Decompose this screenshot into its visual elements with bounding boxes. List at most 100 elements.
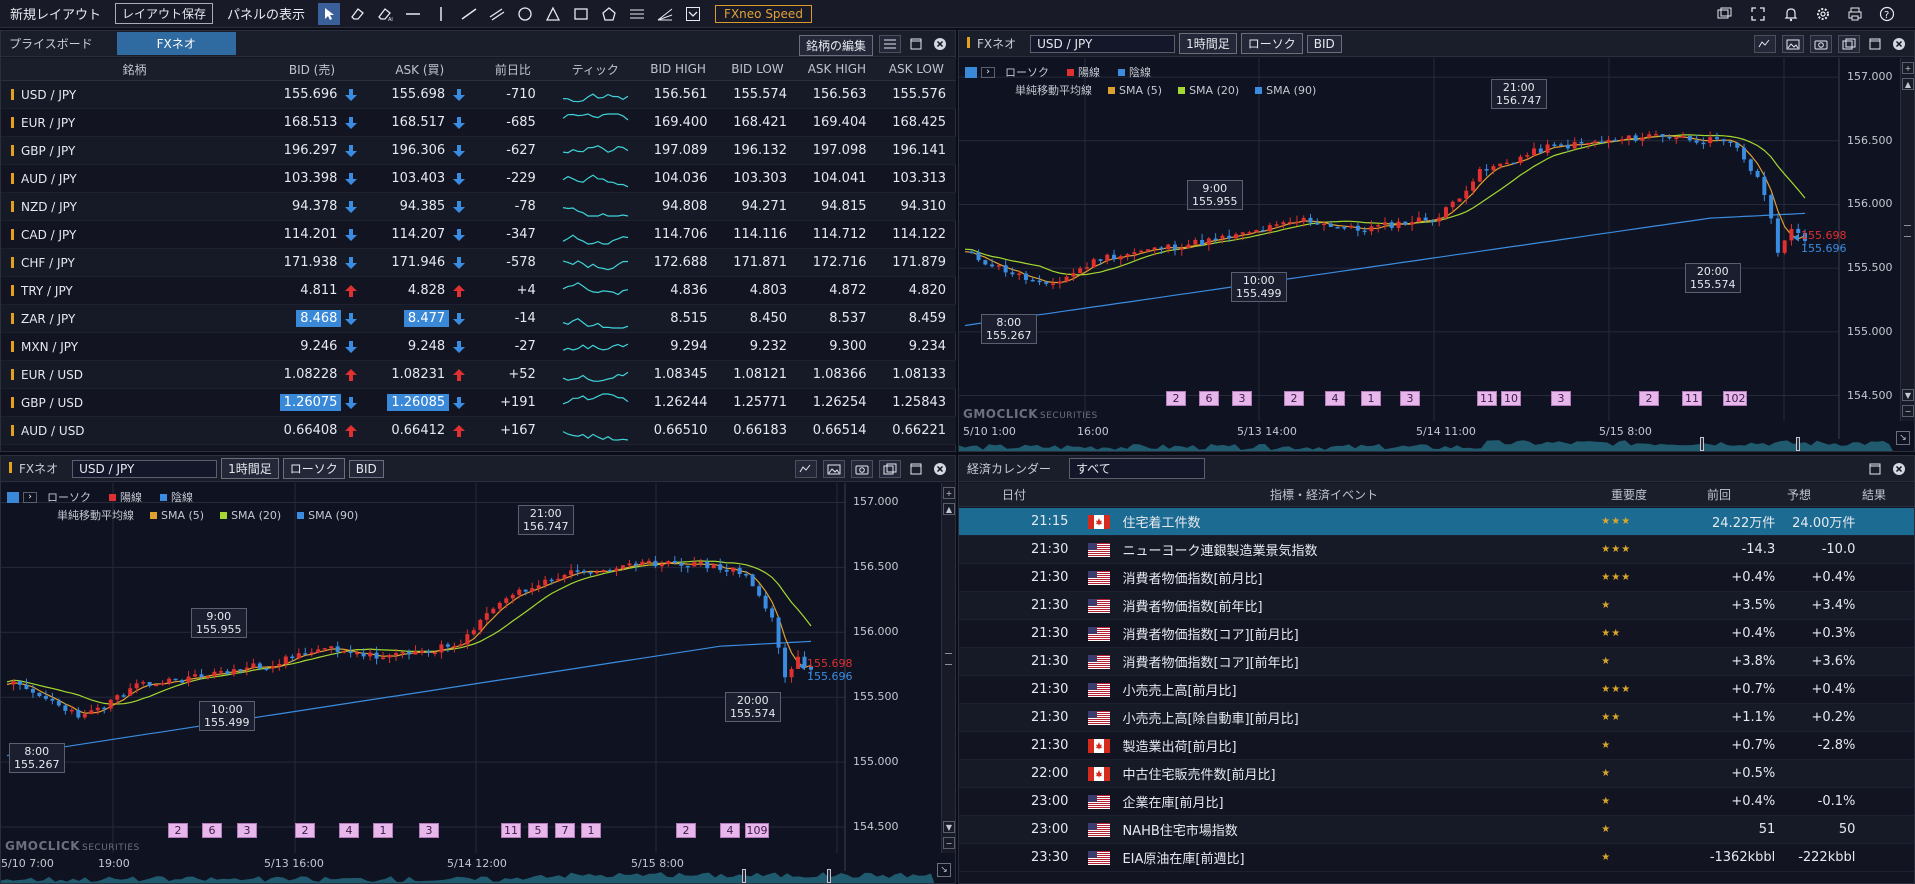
chart-zoom-scrollbar[interactable]: + ▲ ▼ − [941,483,955,853]
ask-value[interactable]: 1.08231 [387,366,449,383]
calendar-row[interactable]: 21:30 消費者物価指数[コア][前月比] ★★ +0.4% +0.3% [959,620,1914,648]
bid-cell[interactable]: 155.696 [258,86,366,103]
gear-icon[interactable] [1812,3,1834,25]
reset-view-icon[interactable]: ↘ [1896,431,1910,445]
ask-value[interactable]: 114.207 [387,226,449,243]
calendar-row[interactable]: 21:30 消費者物価指数[前年比] ★ +3.5% +3.4% [959,592,1914,620]
bid-value[interactable]: 4.811 [296,282,341,299]
event-marker[interactable]: 1 [373,823,393,838]
pentagon-icon[interactable] [598,3,620,25]
panel-display-menu[interactable]: パネルの表示 [217,4,315,23]
calendar-row[interactable]: 22:00 中古住宅販売件数[前月比] ★ +0.5% [959,760,1914,788]
fullscreen-icon[interactable] [1747,3,1769,25]
event-marker[interactable]: 3 [1551,391,1571,406]
bell-icon[interactable] [1780,3,1802,25]
event-marker[interactable]: 3 [237,823,257,838]
scroll-up-icon[interactable]: ▲ [1902,78,1914,90]
event-marker[interactable]: 3 [419,823,439,838]
ask-value[interactable]: 103.403 [387,170,449,187]
bid-cell[interactable]: 0.66408 [258,422,366,439]
bid-cell[interactable]: 103.398 [258,170,366,187]
parallel-line-icon[interactable] [486,3,508,25]
calendar-row[interactable]: 23:00 NAHB住宅市場指数 ★ 51 50 [959,816,1914,844]
maximize-icon[interactable] [907,35,925,53]
pair-select[interactable]: USD / JPY [1030,34,1176,53]
ask-value[interactable]: 0.66412 [387,422,449,439]
event-marker[interactable]: 1 [1361,391,1381,406]
event-marker[interactable]: 2 [1166,391,1186,406]
event-marker[interactable]: 4 [720,823,740,838]
bid-value[interactable]: 196.297 [280,142,342,159]
ask-cell[interactable]: 103.403 [365,170,473,187]
indicator-icon[interactable] [795,460,817,478]
bid-cell[interactable]: 114.201 [258,226,366,243]
zoom-out-icon[interactable]: − [943,837,955,849]
event-marker[interactable]: 11 [1477,391,1497,406]
scroll-grip-icon[interactable] [1904,224,1911,237]
navigator-right-handle[interactable] [827,869,831,883]
price-row[interactable]: GBP / USD 1.26075 1.26085 +191 1.26244 1.2577… [1,389,956,417]
legend-toggle-icon[interactable] [7,491,19,503]
event-marker[interactable]: 2 [295,823,315,838]
bid-cell[interactable]: 9.246 [258,338,366,355]
scroll-down-icon[interactable]: ▼ [943,821,955,833]
period-button[interactable]: 1時間足 [1179,33,1237,54]
event-marker[interactable]: 2 [1284,391,1304,406]
bid-value[interactable]: 1.08228 [280,366,342,383]
event-marker[interactable]: 11 [1682,391,1702,406]
price-row[interactable]: AUD / JPY 103.398 103.403 -229 104.036 103.30… [1,165,956,193]
new-window-icon[interactable] [1838,35,1860,53]
price-row[interactable]: EUR / USD 1.08228 1.08231 +52 1.08345 1.08121… [1,361,956,389]
price-row[interactable]: MXN / JPY 9.246 9.248 -27 9.294 9.232 9.300 9.2… [1,333,956,361]
chart-canvas[interactable]: › ローソク 陽線 陰線 単純移動平均線 SMA (5) SMA (20) SMA (90) 1… [959,58,1914,451]
calendar-row[interactable]: 21:15 住宅着工件数 ★★★ 24.22万件 24.00万件 [959,508,1914,536]
event-marker[interactable]: 6 [202,823,222,838]
eraser-all-icon[interactable]: All [374,3,396,25]
bid-cell[interactable]: 168.513 [258,114,366,131]
scroll-down-icon[interactable]: ▼ [1902,389,1914,401]
camera-icon[interactable] [1810,35,1832,53]
rectangle-icon[interactable] [570,3,592,25]
chart-type-button[interactable]: ローソク [1240,33,1303,54]
price-row[interactable]: TRY / JPY 4.811 4.828 +4 4.836 4.803 4.872 4.82… [1,277,956,305]
calendar-row[interactable]: 21:30 消費者物価指数[前月比] ★★★ +0.4% +0.4% [959,564,1914,592]
image-icon[interactable] [1782,35,1804,53]
bid-value[interactable]: 168.513 [280,114,342,131]
price-row[interactable]: NZD / JPY 94.378 94.385 -78 94.808 94.271 94.8… [1,193,956,221]
bid-cell[interactable]: 94.378 [258,198,366,215]
list-icon[interactable] [879,35,901,53]
bid-value[interactable]: 171.938 [280,254,342,271]
circle-icon[interactable] [514,3,536,25]
ask-cell[interactable]: 1.26085 [365,394,473,411]
cursor-tool-icon[interactable] [318,2,341,25]
vertical-line-icon[interactable] [430,3,452,25]
bid-cell[interactable]: 171.938 [258,254,366,271]
ask-value[interactable]: 1.26085 [387,394,450,411]
ask-value[interactable]: 94.385 [396,198,450,215]
event-marker[interactable]: 7 [555,823,575,838]
dropdown-more-icon[interactable] [682,3,704,25]
bid-value[interactable]: 9.246 [296,338,341,355]
chart-canvas[interactable]: › ローソク 陽線 陰線 単純移動平均線 SMA (5) SMA (20) SMA (90) 1… [1,483,955,883]
calendar-row[interactable]: 21:30 消費者物価指数[コア][前年比] ★ +3.8% +3.6% [959,648,1914,676]
ask-cell[interactable]: 4.828 [365,282,473,299]
new-window-icon[interactable] [879,460,901,478]
bid-value[interactable]: 94.378 [288,198,342,215]
help-icon[interactable]: ? [1876,3,1898,25]
legend-expand-icon[interactable]: › [981,66,995,78]
calendar-row[interactable]: 21:30 製造業出荷[前月比] ★ +0.7% -2.8% [959,732,1914,760]
triangle-icon[interactable] [542,3,564,25]
event-marker[interactable]: 11 [501,823,521,838]
ask-value[interactable]: 168.517 [387,114,449,131]
side-button[interactable]: BID [1306,34,1342,53]
event-marker[interactable]: 2 [676,823,696,838]
side-button[interactable]: BID [348,459,384,478]
camera-icon[interactable] [851,460,873,478]
ask-value[interactable]: 4.828 [404,282,449,299]
event-marker[interactable]: 4 [1325,391,1345,406]
ask-cell[interactable]: 114.207 [365,226,473,243]
indicator-icon[interactable] [1754,35,1776,53]
edit-symbols-button[interactable]: 銘柄の編集 [798,35,873,56]
close-icon[interactable] [931,460,949,478]
event-marker[interactable]: 10 [1501,391,1521,406]
